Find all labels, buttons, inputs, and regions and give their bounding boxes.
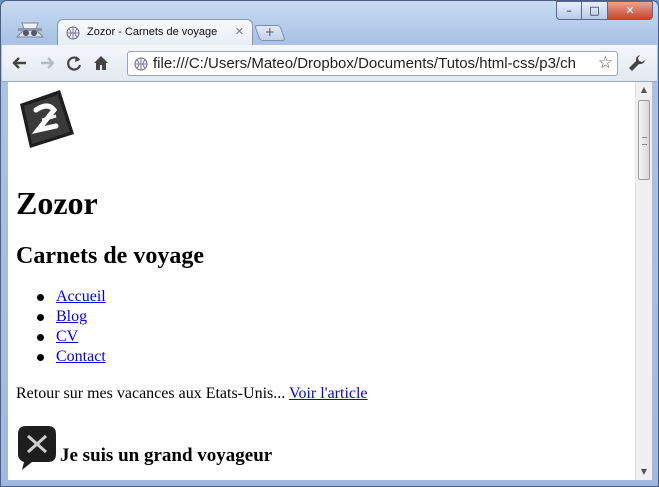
scroll-down-icon[interactable]: ▼ [636, 464, 652, 480]
maximize-button[interactable]: □ [582, 1, 608, 20]
scroll-up-icon[interactable]: ▲ [636, 82, 652, 98]
title-bar: Zozor - Carnets de voyage ✕ + – □ ✕ [1, 1, 658, 45]
globe-icon [66, 26, 80, 40]
section-heading: Je suis un grand voyageur [60, 445, 273, 466]
tab-title: Zozor - Carnets de voyage [87, 26, 218, 38]
intro-paragraph: Retour sur mes vacances aux Etats-Unis..… [16, 385, 368, 403]
address-bar[interactable]: ☆ [127, 51, 618, 76]
site-subtitle: Carnets de voyage [16, 243, 204, 269]
nav-link-accueil[interactable]: Accueil [56, 288, 106, 305]
site-title: Zozor [16, 185, 98, 221]
voyage-icon [18, 426, 56, 470]
new-tab-button[interactable]: + [254, 25, 286, 41]
tab-active[interactable]: Zozor - Carnets de voyage ✕ [57, 19, 253, 45]
nav-link-cv[interactable]: CV [56, 328, 78, 345]
plus-icon: + [264, 25, 275, 39]
nav-item: Accueil [16, 288, 106, 308]
nav-link-contact[interactable]: Contact [56, 348, 106, 365]
forward-arrow-icon[interactable] [37, 53, 57, 73]
globe-icon [134, 57, 148, 71]
toolbar: ☆ [2, 45, 657, 82]
close-button[interactable]: ✕ [608, 1, 653, 20]
back-arrow-icon[interactable] [10, 53, 30, 73]
page-viewport: Zozor Carnets de voyage Accueil Blog CV … [8, 82, 635, 480]
wrench-icon[interactable] [627, 53, 647, 73]
home-icon[interactable] [91, 53, 111, 73]
page-content: Zozor Carnets de voyage Accueil Blog CV … [16, 90, 626, 470]
nav-list: Accueil Blog CV Contact [16, 288, 106, 368]
star-icon[interactable]: ☆ [598, 53, 613, 73]
zozor-logo-icon [20, 90, 74, 148]
intro-text: Retour sur mes vacances aux Etats-Unis..… [16, 385, 289, 402]
incognito-icon [15, 22, 45, 38]
minimize-button[interactable]: – [556, 1, 582, 20]
reload-icon[interactable] [64, 53, 84, 73]
grip-icon [642, 137, 647, 145]
nav-link-blog[interactable]: Blog [56, 308, 87, 325]
vertical-scrollbar[interactable]: ▲ ▼ [635, 82, 652, 480]
tab-close-icon[interactable]: ✕ [235, 25, 244, 38]
nav-item: CV [16, 328, 106, 348]
read-article-link[interactable]: Voir l'article [289, 385, 368, 402]
url-input[interactable] [153, 54, 593, 73]
scroll-thumb[interactable] [638, 100, 650, 180]
browser-window: Zozor - Carnets de voyage ✕ + – □ ✕ file… [0, 0, 659, 487]
voyage-section: Je suis un grand voyageur [16, 420, 272, 470]
window-controls: – □ ✕ [556, 1, 653, 21]
nav-item: Blog [16, 308, 106, 328]
nav-item: Contact [16, 348, 106, 368]
